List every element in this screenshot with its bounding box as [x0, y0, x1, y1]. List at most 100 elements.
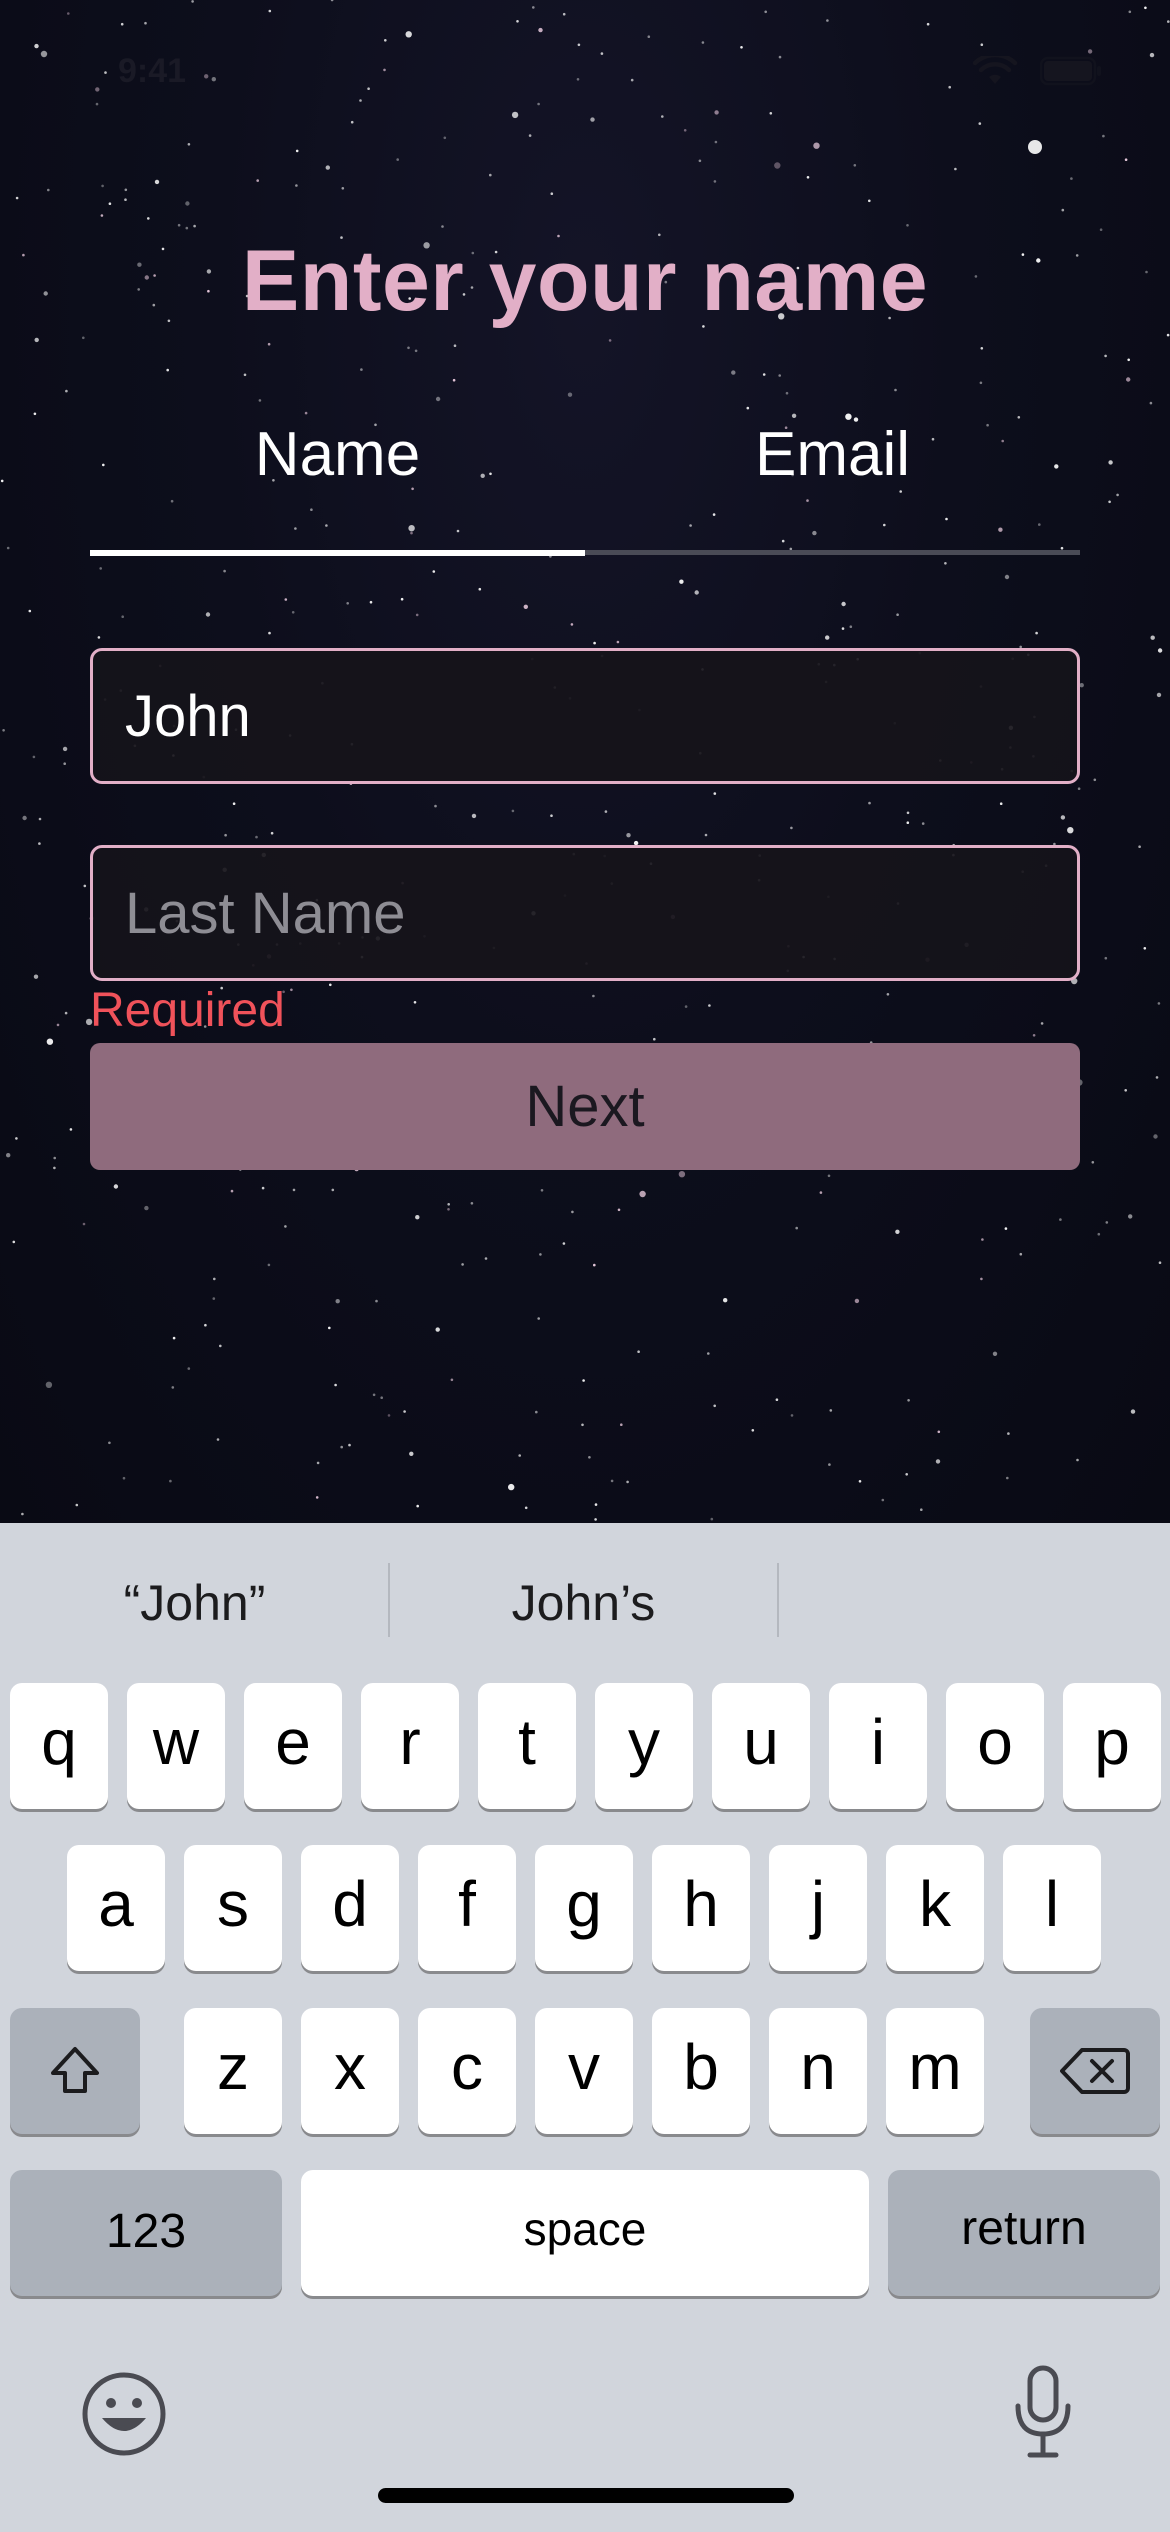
tab-name[interactable]: Name	[90, 400, 585, 550]
star	[185, 226, 189, 230]
first-name-input[interactable]	[93, 651, 1077, 781]
star	[841, 627, 845, 630]
return-key[interactable]: return	[888, 2170, 1160, 2296]
key-w[interactable]: w	[127, 1683, 225, 1809]
key-u[interactable]: u	[712, 1683, 810, 1809]
tab-email[interactable]: Email	[585, 400, 1080, 550]
key-n[interactable]: n	[769, 2008, 867, 2134]
star	[316, 1461, 320, 1465]
star	[1059, 1218, 1062, 1221]
key-m[interactable]: m	[886, 2008, 984, 2134]
first-name-field[interactable]	[90, 648, 1080, 784]
key-y[interactable]: y	[595, 1683, 693, 1809]
star	[714, 140, 718, 144]
star	[452, 378, 456, 382]
star	[38, 842, 41, 845]
star	[944, 562, 947, 565]
star	[82, 1222, 86, 1226]
star	[295, 184, 298, 187]
key-v[interactable]: v	[535, 2008, 633, 2134]
star	[461, 1263, 464, 1266]
star	[15, 1137, 18, 1140]
suggestion-item[interactable]: John’s	[389, 1563, 778, 1643]
star	[1070, 177, 1073, 180]
star	[434, 804, 437, 808]
key-k[interactable]: k	[886, 1845, 984, 1971]
star	[261, 1186, 265, 1190]
key-j[interactable]: j	[769, 1845, 867, 1971]
key-z[interactable]: z	[184, 2008, 282, 2134]
star	[1004, 1227, 1008, 1230]
star	[588, 1456, 591, 1459]
star	[435, 1327, 440, 1332]
star	[537, 1317, 540, 1320]
key-r[interactable]: r	[361, 1683, 459, 1809]
star	[1091, 1161, 1095, 1164]
star	[375, 1299, 378, 1303]
star	[101, 184, 104, 188]
star	[291, 611, 295, 614]
star	[329, 983, 332, 987]
star	[122, 1476, 126, 1480]
tab-selected-indicator	[90, 550, 585, 556]
star	[626, 833, 631, 838]
last-name-field[interactable]	[90, 845, 1080, 981]
suggestion-item[interactable]	[778, 1563, 1167, 1643]
star	[100, 214, 104, 217]
star	[592, 994, 595, 998]
shift-key[interactable]	[10, 2008, 140, 2134]
key-x[interactable]: x	[301, 2008, 399, 2134]
key-t[interactable]: t	[478, 1683, 576, 1809]
microphone-icon[interactable]	[1010, 2364, 1076, 2460]
key-b[interactable]: b	[652, 2008, 750, 2134]
key-i[interactable]: i	[829, 1683, 927, 1809]
key-a[interactable]: a	[67, 1845, 165, 1971]
star	[415, 613, 419, 617]
star	[698, 159, 702, 163]
space-key[interactable]: space	[301, 2170, 869, 2296]
key-h[interactable]: h	[652, 1845, 750, 1971]
numbers-key[interactable]: 123	[10, 2170, 282, 2296]
star	[315, 1496, 319, 1499]
star	[154, 179, 160, 185]
suggestion-item[interactable]: “John”	[0, 1563, 389, 1643]
star	[981, 1238, 984, 1241]
star	[62, 746, 68, 752]
star	[894, 388, 897, 392]
star	[806, 176, 810, 179]
last-name-input[interactable]	[93, 848, 1077, 978]
star	[341, 187, 345, 190]
key-f[interactable]: f	[418, 1845, 516, 1971]
star	[380, 1396, 384, 1399]
emoji-icon[interactable]	[80, 2370, 168, 2458]
star	[1061, 208, 1065, 212]
star	[453, 344, 457, 348]
next-button[interactable]: Next	[90, 1043, 1080, 1170]
star	[346, 602, 350, 605]
key-p[interactable]: p	[1063, 1683, 1161, 1809]
key-c[interactable]: c	[418, 2008, 516, 2134]
key-l[interactable]: l	[1003, 1845, 1101, 1971]
star	[523, 604, 528, 609]
key-s[interactable]: s	[184, 1845, 282, 1971]
star	[775, 1398, 779, 1401]
star	[255, 835, 258, 839]
key-e[interactable]: e	[244, 1683, 342, 1809]
star	[267, 342, 271, 346]
key-q[interactable]: q	[10, 1683, 108, 1809]
delete-key[interactable]	[1030, 2008, 1160, 2134]
key-g[interactable]: g	[535, 1845, 633, 1971]
star	[64, 1011, 68, 1015]
star	[849, 625, 853, 628]
star	[1097, 1232, 1101, 1236]
key-o[interactable]: o	[946, 1683, 1044, 1809]
star	[567, 392, 573, 397]
star	[12, 1240, 16, 1244]
key-d[interactable]: d	[301, 1845, 399, 1971]
star	[450, 1378, 454, 1382]
star	[895, 1229, 900, 1235]
star	[470, 1202, 474, 1205]
star	[65, 389, 68, 393]
star	[713, 1404, 716, 1408]
star	[1116, 493, 1119, 497]
